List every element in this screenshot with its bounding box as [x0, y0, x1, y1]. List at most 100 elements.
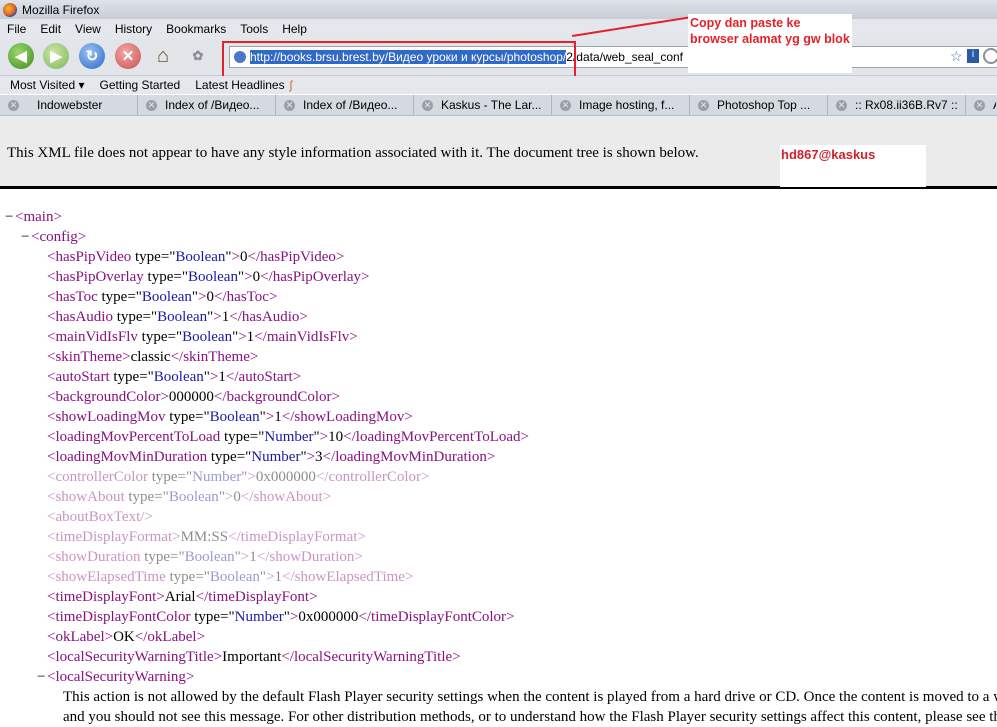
close-tab-icon[interactable]: ✕	[698, 99, 709, 111]
tab-photoshop-top[interactable]: ✕ Photoshop Top ...	[690, 95, 828, 115]
attr-name: type	[169, 409, 196, 425]
tree-row-item: <hasAudio type="Boolean">1</hasAudio>	[47, 309, 308, 325]
open-tag: autoStart	[55, 369, 110, 385]
attr-value: Boolean	[209, 409, 260, 425]
element-value: 0x000000	[255, 469, 316, 485]
menu-file[interactable]: File	[0, 22, 33, 36]
warning-text-row: and you should not see this message. For…	[0, 707, 997, 727]
attr-name: type	[116, 309, 143, 325]
config-tag: config	[39, 229, 78, 245]
attr-name: type	[151, 469, 178, 485]
home-button[interactable]: ⌂	[150, 43, 176, 69]
menu-tools[interactable]: Tools	[233, 22, 275, 36]
close-tab-icon[interactable]: ✕	[422, 99, 433, 111]
close-tag: showDuration	[269, 549, 355, 565]
stop-button[interactable]: ✕	[115, 43, 141, 69]
tab-partial[interactable]: ✕A	[966, 95, 996, 115]
attr-value: Boolean	[153, 369, 204, 385]
element-value: 1	[249, 549, 257, 565]
tab-label: Photoshop Top ...	[717, 98, 811, 112]
element-value: classic	[130, 349, 171, 365]
bookmark-latest-headlines[interactable]: Latest Headlines	[185, 78, 289, 92]
tab-rx08[interactable]: ✕:: Rx08.ii36B.Rv7 ::	[828, 95, 966, 115]
tree-row-item: <timeDisplayFontColor type="Number">0x00…	[47, 609, 515, 625]
bookmark-getting-started[interactable]: Getting Started	[90, 78, 186, 92]
attr-name: type	[128, 489, 155, 505]
close-tab-icon[interactable]: ✕	[836, 99, 847, 111]
menu-edit[interactable]: Edit	[33, 22, 68, 36]
close-tag: timeDisplayFontColor	[371, 609, 507, 625]
forward-button[interactable]: ▶	[43, 43, 69, 69]
page-info-icon[interactable]: i	[967, 49, 979, 63]
element-value: 0	[233, 489, 241, 505]
attr-value: Boolean	[209, 569, 260, 585]
menu-bookmarks[interactable]: Bookmarks	[159, 22, 233, 36]
element-value: Important	[222, 649, 282, 665]
home-icon: ⌂	[156, 44, 170, 67]
addon-button[interactable]: ✿	[185, 43, 211, 69]
tree-row-item: <controllerColor type="Number">0x000000<…	[47, 469, 430, 485]
close-tab-icon[interactable]: ✕	[560, 99, 571, 111]
firefox-icon	[3, 2, 17, 17]
attr-name: type	[144, 549, 171, 565]
annotation-note: Copy dan paste ke browser alamat yg gw b…	[688, 14, 852, 73]
tab-index-2[interactable]: ✕ Index of /Видео...	[276, 95, 414, 115]
attr-value: Boolean	[175, 249, 226, 265]
reload-button[interactable]: ↻	[79, 43, 105, 69]
bookmark-star-icon[interactable]: ☆	[950, 48, 963, 65]
annotation-signature: hd867@kaskus	[780, 145, 926, 187]
back-button[interactable]: ◀	[8, 43, 34, 69]
search-engine-icon[interactable]	[983, 48, 997, 64]
tab-indowebster[interactable]: ✕ Indowebster	[0, 95, 138, 115]
root-tag: main	[23, 209, 54, 225]
url-rest-text: 2/data/web_seal_conf	[566, 50, 684, 64]
tree-row-main: − <main>	[5, 207, 62, 227]
tab-label: Index of /Видео...	[303, 98, 398, 112]
bookmark-most-visited[interactable]: Most Visited ▾	[0, 78, 90, 92]
element-value: 0	[252, 269, 261, 285]
collapse-toggle[interactable]: −	[5, 207, 13, 227]
attr-value: Boolean	[182, 329, 233, 345]
close-tag: timeDisplayFont	[208, 589, 310, 605]
reload-icon: ↻	[85, 48, 99, 65]
tree-row-item: <showElapsedTime type="Boolean">1</showE…	[47, 569, 414, 585]
tree-row-item: <timeDisplayFormat>MM:SS</timeDisplayFor…	[47, 529, 366, 545]
element-value: 0	[206, 289, 215, 305]
close-tag: hasPipVideo	[260, 249, 336, 265]
tree-row-item: <mainVidIsFlv type="Boolean">1</mainVidI…	[47, 329, 358, 345]
attr-name: type	[141, 329, 168, 345]
open-tag: timeDisplayFormat	[55, 529, 173, 545]
close-tab-icon[interactable]: ✕	[8, 99, 19, 111]
close-tab-icon[interactable]: ✕	[284, 99, 295, 111]
rss-feed-icon: ʃ	[289, 78, 293, 92]
open-tag: controllerColor	[55, 469, 148, 485]
tab-image-hosting[interactable]: ✕ Image hosting, f...	[552, 95, 690, 115]
attr-value: Number	[192, 469, 242, 485]
attr-value: Number	[234, 609, 284, 625]
close-tab-icon[interactable]: ✕	[146, 99, 157, 111]
close-tag: showElapsedTime	[294, 569, 405, 585]
close-tag: showLoadingMov	[294, 409, 405, 425]
tab-index-1[interactable]: ✕ Index of /Видео...	[138, 95, 276, 115]
close-tab-icon[interactable]: ✕	[974, 99, 985, 111]
close-tag: hasToc	[226, 289, 269, 305]
tab-label: Kaskus - The Lar...	[441, 98, 542, 112]
close-tag: hasPipOverlay	[272, 269, 362, 285]
open-tag: showLoadingMov	[55, 409, 166, 425]
close-tag: backgroundColor	[226, 389, 332, 405]
close-tag: hasAudio	[241, 309, 300, 325]
tree-row-item: <showDuration type="Boolean">1</showDura…	[47, 549, 363, 565]
open-tag: localSecurityWarningTitle	[55, 649, 214, 665]
collapse-toggle[interactable]: −	[21, 227, 29, 247]
open-tag: aboutBoxText	[55, 509, 141, 525]
forward-arrow-icon: ▶	[50, 48, 62, 65]
menu-history[interactable]: History	[108, 22, 159, 36]
tab-kaskus[interactable]: ✕ Kaskus - The Lar...	[414, 95, 552, 115]
menu-help[interactable]: Help	[275, 22, 314, 36]
attr-name: type	[223, 429, 250, 445]
menu-view[interactable]: View	[68, 22, 108, 36]
element-value: 0x000000	[298, 609, 359, 625]
collapse-toggle[interactable]: −	[37, 667, 45, 687]
attr-name: type	[147, 269, 174, 285]
attr-name: type	[101, 289, 128, 305]
